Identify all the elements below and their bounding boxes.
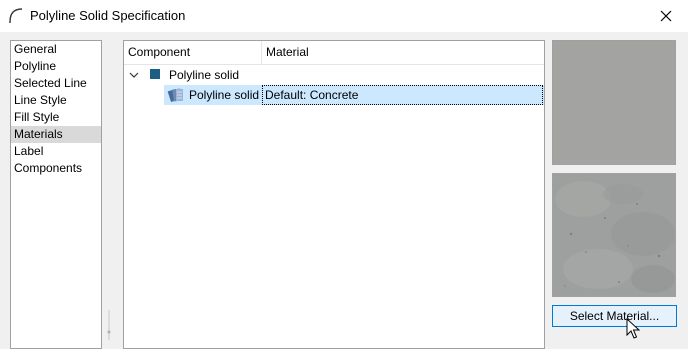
material-value-cell[interactable]: Default: Concrete: [262, 85, 543, 105]
title-bar: Polyline Solid Specification: [0, 0, 688, 32]
tree-row-parent[interactable]: Polyline solid: [124, 65, 544, 85]
category-list[interactable]: General Polyline Selected Line Line Style Fi…: [10, 40, 102, 349]
color-swatch-icon: [150, 69, 160, 79]
parent-component-label: Polyline solid: [169, 68, 240, 82]
nav-item-general[interactable]: General: [11, 41, 101, 58]
tree-row-child[interactable]: Polyline solid Default: Concrete: [124, 85, 544, 105]
concrete-texture-image: [553, 174, 675, 296]
pointer-cursor-icon: [626, 318, 640, 339]
nav-item-materials[interactable]: Materials: [11, 126, 101, 143]
materials-tree[interactable]: Component Material Polyline solid Polyli…: [123, 40, 545, 349]
nav-item-label[interactable]: Label: [11, 143, 101, 160]
nav-item-polyline[interactable]: Polyline: [11, 58, 101, 75]
select-material-button[interactable]: Select Material...: [552, 305, 677, 327]
material-color-preview: [552, 40, 676, 165]
chevron-down-icon[interactable]: [129, 70, 139, 80]
tree-header: Component Material: [124, 41, 544, 65]
close-icon: [660, 10, 672, 22]
nav-item-line-style[interactable]: Line Style: [11, 92, 101, 109]
material-texture-preview: [552, 173, 676, 297]
column-header-material[interactable]: Material: [262, 41, 544, 64]
column-header-component[interactable]: Component: [124, 41, 262, 64]
nav-item-selected-line[interactable]: Selected Line: [11, 75, 101, 92]
arc-icon: [9, 8, 23, 23]
child-component-label: Polyline solid: [189, 88, 260, 102]
close-button[interactable]: [644, 0, 688, 32]
nav-item-components[interactable]: Components: [11, 160, 101, 177]
splitter-grip-icon[interactable]: [107, 310, 111, 340]
material-layers-icon: [167, 88, 183, 102]
window-title: Polyline Solid Specification: [30, 8, 186, 23]
nav-item-fill-style[interactable]: Fill Style: [11, 109, 101, 126]
